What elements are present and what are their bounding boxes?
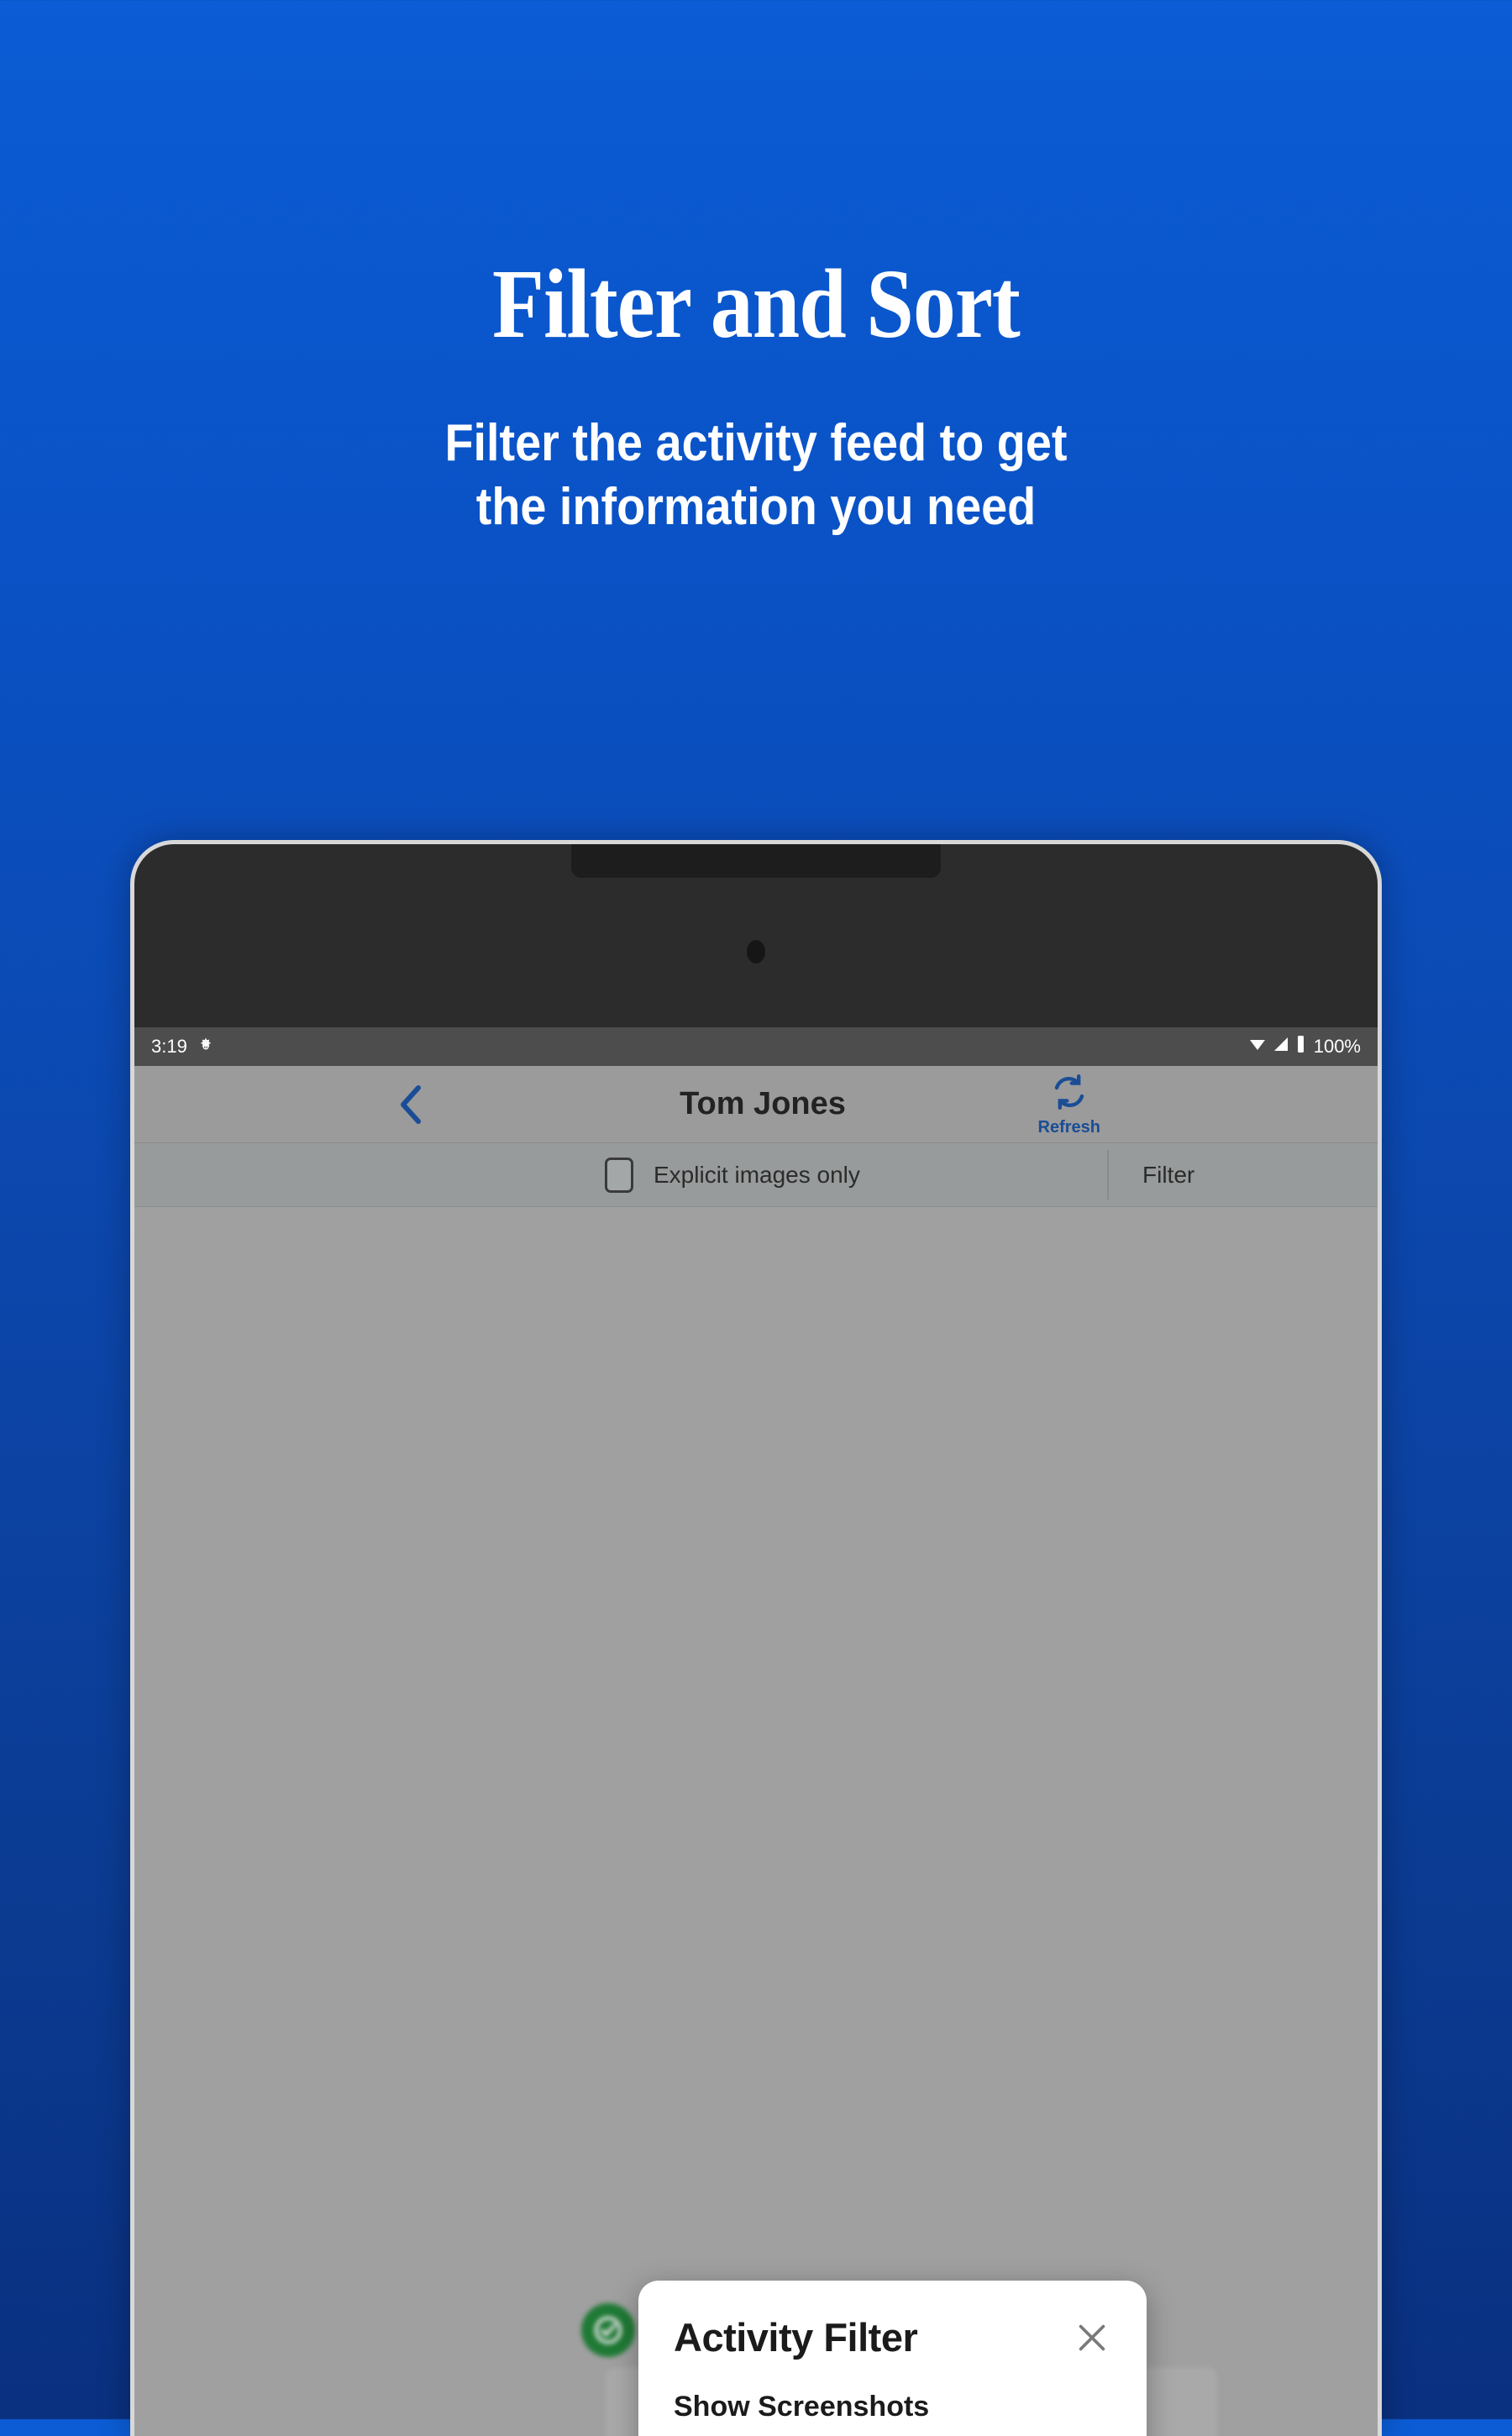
activity-filter-dialog: Activity Filter Show Screenshots All Act… [638, 2281, 1147, 2436]
device-notch [571, 844, 941, 878]
tablet-device-frame: 3:19 100% Tom Jones Refresh Explicit ima… [130, 840, 1382, 2436]
device-screen: 3:19 100% Tom Jones Refresh Explicit ima… [134, 1027, 1378, 2436]
page-title: Filter and Sort [492, 249, 1021, 359]
radio-option-all-activity[interactable]: All Activity [674, 2423, 1111, 2436]
dialog-title: Activity Filter [674, 2315, 918, 2360]
close-icon[interactable] [1069, 2315, 1115, 2360]
modal-scrim [134, 1027, 1378, 2436]
section-heading-show-screenshots: Show Screenshots [674, 2391, 930, 2423]
dialog-header: Activity Filter [674, 2281, 1111, 2360]
front-camera [747, 940, 765, 963]
page-subtitle-line-2: the information you need [475, 477, 1037, 536]
page-subtitle-line-1: Filter the activity feed to get [444, 413, 1068, 472]
page-subtitle: Filter the activity feed to get the info… [76, 412, 1436, 538]
promo-copy: Filter and Sort Filter the activity feed… [0, 252, 1512, 538]
